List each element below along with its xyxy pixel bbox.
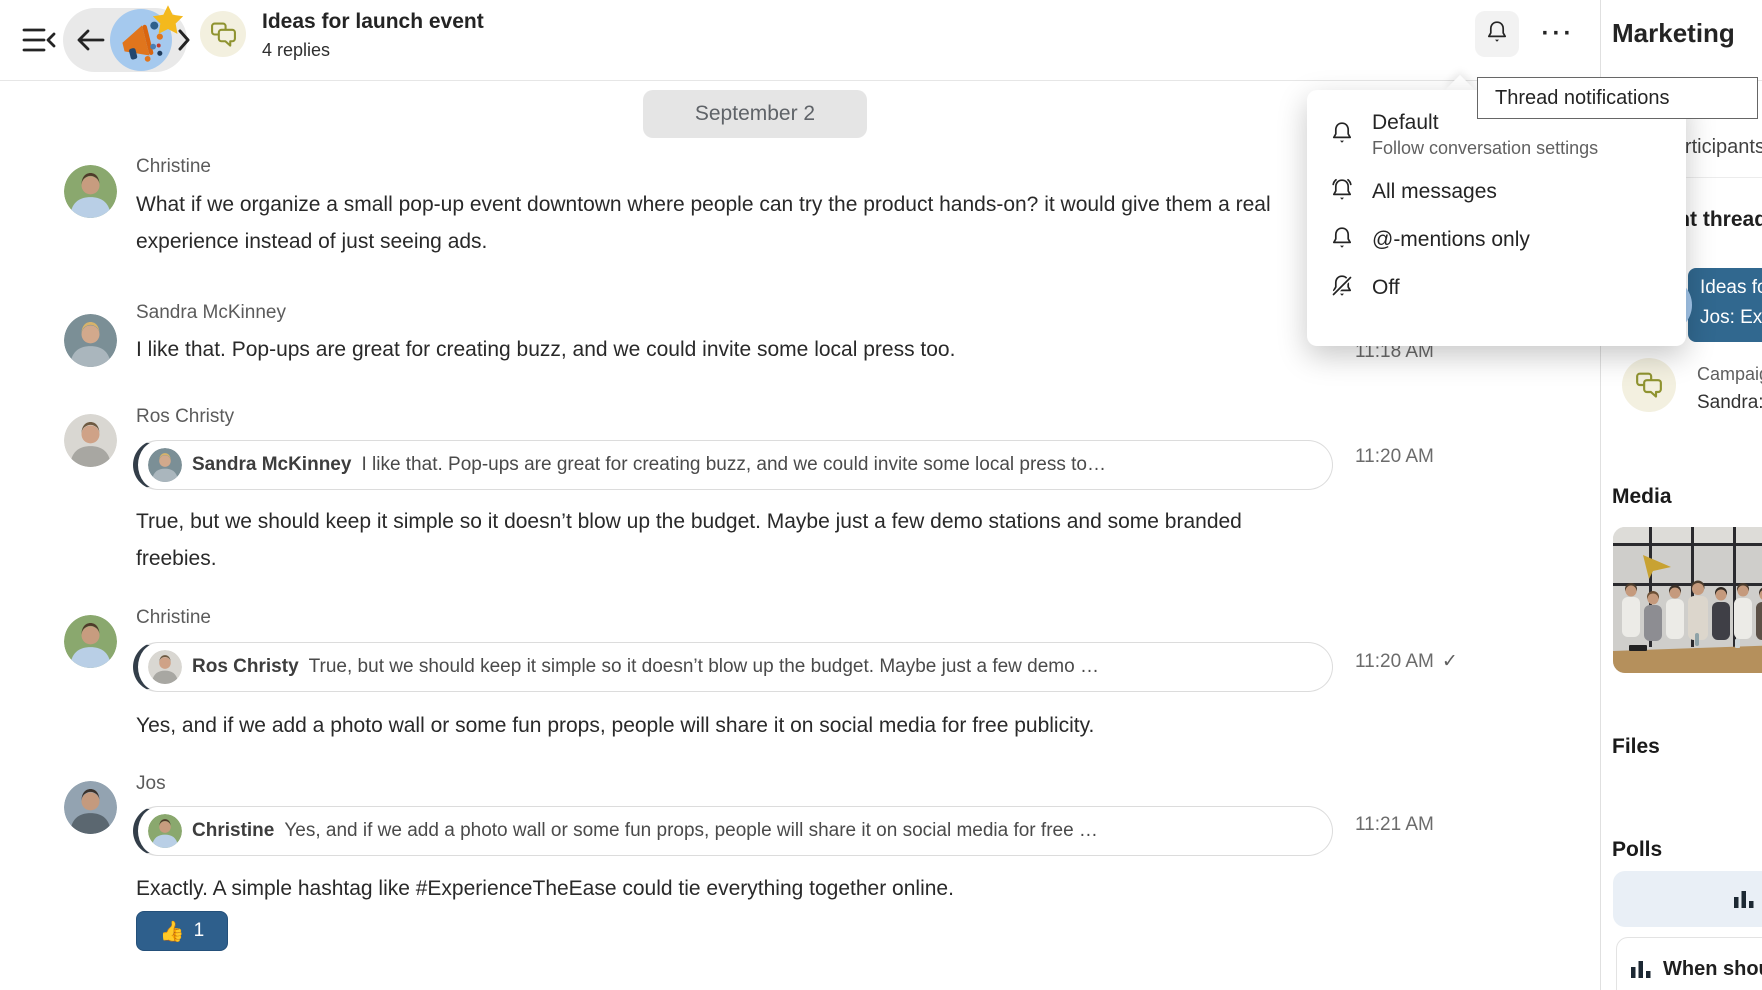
message-text: What if we organize a small pop-up event… xyxy=(136,186,1316,260)
favorite-star-icon xyxy=(150,3,186,39)
avatar[interactable] xyxy=(64,414,117,467)
message-author[interactable]: Sandra McKinney xyxy=(136,302,286,324)
reaction-count: 1 xyxy=(194,920,205,942)
polls-heading: Polls xyxy=(1612,838,1662,862)
poll-item[interactable]: When should xyxy=(1616,937,1762,990)
message-text: Yes, and if we add a photo wall or some … xyxy=(136,707,1316,744)
media-heading: Media xyxy=(1612,485,1672,509)
quoted-text: Yes, and if we add a photo wall or some … xyxy=(284,820,1312,842)
quoted-author: Christine xyxy=(192,820,274,842)
menu-item-off[interactable]: Off xyxy=(1307,264,1686,312)
files-heading: Files xyxy=(1612,735,1660,759)
thread-title: Ideas for launch event xyxy=(262,10,484,34)
thread-replies-count: 4 replies xyxy=(262,40,330,61)
menu-item-all-messages[interactable]: All messages xyxy=(1307,168,1686,216)
poll-item[interactable] xyxy=(1613,871,1762,927)
thread-item-avatar xyxy=(1622,358,1676,412)
bar-chart-icon xyxy=(1630,958,1652,985)
thread-list-item-selected[interactable]: Ideas for launch event Jos: Exactly. A s… xyxy=(1688,268,1762,342)
avatar[interactable] xyxy=(64,781,117,834)
menu-item-label: @-mentions only xyxy=(1372,228,1530,252)
avatar xyxy=(148,448,182,482)
more-options-button[interactable]: ··· xyxy=(1534,14,1582,54)
avatar[interactable] xyxy=(64,165,117,218)
message-text: True, but we should keep it simple so it… xyxy=(136,503,1316,577)
collapse-sidebar-icon[interactable] xyxy=(22,26,56,54)
avatar[interactable] xyxy=(64,615,117,668)
channel-name: Marketing xyxy=(1612,18,1735,49)
quoted-text: True, but we should keep it simple so it… xyxy=(309,656,1312,678)
tooltip: Thread notifications xyxy=(1477,77,1758,119)
app-window: Ideas for launch event 4 replies ··· Sep… xyxy=(0,0,1762,990)
ellipsis-icon: ··· xyxy=(1542,20,1575,48)
quoted-message[interactable]: Sandra McKinney I like that. Pop-ups are… xyxy=(133,440,1333,490)
thread-item-title[interactable]: Campaign xyxy=(1697,364,1762,385)
reaction-chip[interactable]: 👍 1 xyxy=(136,911,228,951)
thread-notifications-button[interactable] xyxy=(1475,11,1519,57)
bell-icon xyxy=(1329,225,1355,256)
poll-question: When should xyxy=(1663,958,1762,981)
thread-item-title: Ideas for launch event xyxy=(1700,277,1762,299)
message-timestamp: 11:20 AM xyxy=(1355,446,1434,468)
quoted-text: I like that. Pop-ups are great for creat… xyxy=(361,454,1312,476)
menu-item-sublabel: Follow conversation settings xyxy=(1372,138,1598,159)
bell-icon xyxy=(1329,120,1355,151)
menu-item-label: Off xyxy=(1372,276,1400,300)
bell-icon xyxy=(1484,19,1510,50)
back-button[interactable] xyxy=(76,27,106,53)
quoted-message[interactable]: Christine Yes, and if we add a photo wal… xyxy=(133,806,1333,856)
date-separator: September 2 xyxy=(643,90,867,138)
thread-notifications-menu: Default Follow conversation settings All… xyxy=(1307,90,1686,346)
message-author[interactable]: Christine xyxy=(136,156,211,178)
message-author[interactable]: Jos xyxy=(136,773,166,795)
quoted-author: Ros Christy xyxy=(192,656,299,678)
thread-item-preview[interactable]: Sandra: xyxy=(1697,392,1762,414)
delivered-check-icon: ✓ xyxy=(1442,651,1458,672)
thread-icon xyxy=(200,11,246,57)
message-text: I like that. Pop-ups are great for creat… xyxy=(136,331,1316,368)
message-author[interactable]: Ros Christy xyxy=(136,406,234,428)
avatar xyxy=(148,650,182,684)
thread-item-preview: Jos: Exactly. A simple hashtag xyxy=(1700,307,1762,329)
bar-chart-icon xyxy=(1733,888,1755,915)
message-author[interactable]: Christine xyxy=(136,607,211,629)
quoted-message[interactable]: Ros Christy True, but we should keep it … xyxy=(133,642,1333,692)
media-thumbnail[interactable] xyxy=(1613,527,1762,673)
avatar xyxy=(148,814,182,848)
thumbs-up-icon: 👍 xyxy=(160,919,185,944)
bell-off-icon xyxy=(1329,273,1355,304)
menu-item-mentions-only[interactable]: @-mentions only xyxy=(1307,216,1686,264)
message-text: Exactly. A simple hashtag like #Experien… xyxy=(136,870,1316,907)
quoted-author: Sandra McKinney xyxy=(192,454,351,476)
bell-ring-icon xyxy=(1329,177,1355,208)
message-timestamp: 11:20 AM✓ xyxy=(1355,650,1458,673)
message-timestamp: 11:21 AM xyxy=(1355,814,1434,836)
menu-item-label: All messages xyxy=(1372,180,1497,204)
avatar[interactable] xyxy=(64,314,117,367)
